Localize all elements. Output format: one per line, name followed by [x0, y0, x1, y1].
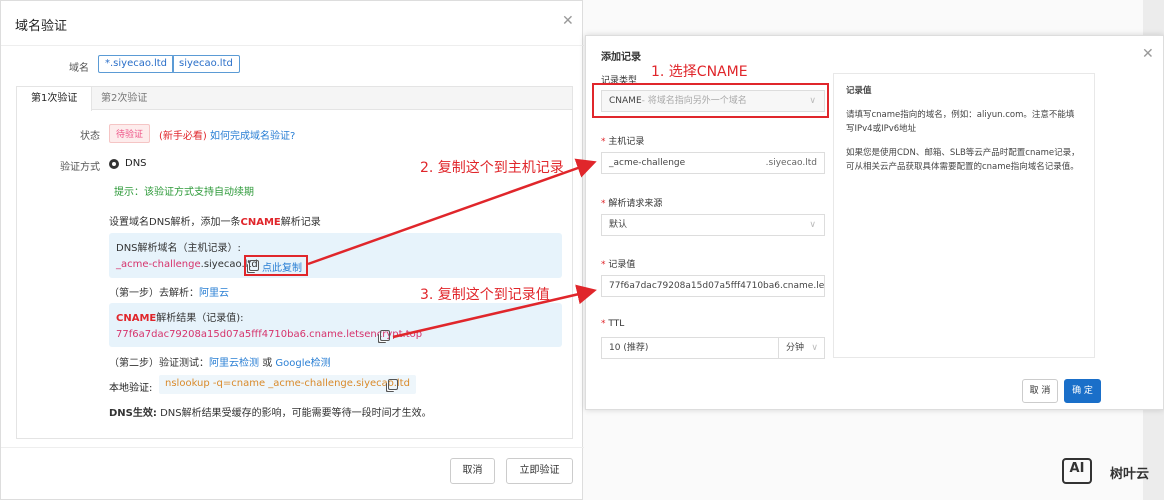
arrow-to-host-record: [307, 158, 597, 266]
watermark-logo-icon: AI: [1062, 458, 1092, 484]
annotation-arrows: [307, 158, 597, 339]
arrow-to-record-value: [392, 284, 597, 339]
watermark-text: 树叶云: [1110, 467, 1150, 482]
